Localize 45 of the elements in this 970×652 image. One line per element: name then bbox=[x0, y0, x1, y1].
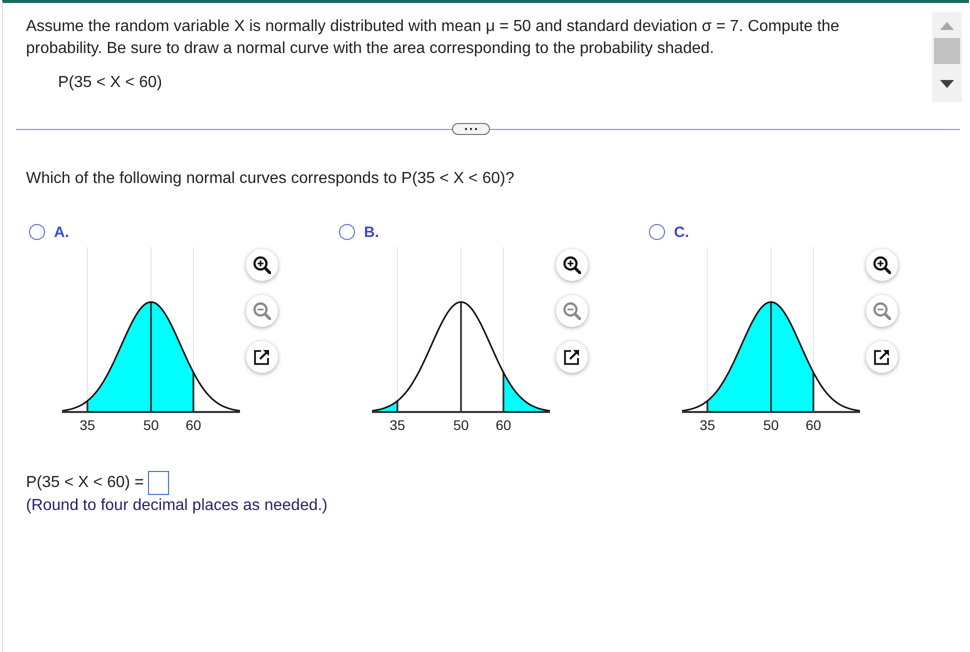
zoom-in-icon bbox=[253, 256, 271, 274]
radio-button[interactable] bbox=[29, 224, 45, 240]
zoom-out-icon bbox=[563, 302, 581, 320]
scroll-down-icon[interactable] bbox=[940, 80, 954, 88]
zoom-in-icon bbox=[563, 256, 581, 274]
value-line bbox=[192, 372, 194, 412]
zoom-in-button[interactable] bbox=[556, 249, 588, 281]
pop-out-icon bbox=[564, 349, 580, 365]
value-line bbox=[706, 400, 708, 412]
radio-button[interactable] bbox=[649, 224, 665, 240]
tick-label: 60 bbox=[806, 417, 822, 433]
tick-label: 50 bbox=[453, 417, 469, 433]
tick-label: 50 bbox=[763, 417, 779, 433]
zoom-out-icon bbox=[253, 302, 271, 320]
question-text: Assume the random variable X is normally distributed with mean μ = 50 and standard deviation σ = 7. Compute the probability. Be sure to draw a normal curve with the area corresponding to the probability shaded. bbox=[26, 17, 840, 59]
radio-button[interactable] bbox=[339, 224, 355, 240]
zoom-in-icon bbox=[873, 256, 891, 274]
more-button[interactable] bbox=[452, 123, 490, 135]
question-prompt: Which of the following normal curves corresponds to P(35 < X < 60)? bbox=[26, 169, 516, 189]
tick-label: 35 bbox=[700, 417, 716, 433]
value-line bbox=[502, 372, 504, 412]
rounding-instruction: (Round to four decimal places as needed.) bbox=[26, 496, 329, 516]
option-label[interactable]: B. bbox=[364, 224, 379, 240]
tick-label: 60 bbox=[496, 417, 512, 433]
pop-out-icon bbox=[874, 349, 890, 365]
tick-label: 50 bbox=[143, 417, 159, 433]
answer-box[interactable] bbox=[148, 471, 169, 495]
zoom-in-button[interactable] bbox=[246, 249, 278, 281]
zoom-out-icon bbox=[873, 302, 891, 320]
pop-out-button[interactable] bbox=[866, 341, 898, 373]
pop-out-icon bbox=[254, 349, 270, 365]
pop-out-button[interactable] bbox=[556, 341, 588, 373]
pop-out-button[interactable] bbox=[246, 341, 278, 373]
zoom-in-button[interactable] bbox=[866, 249, 898, 281]
tick-label: 60 bbox=[186, 417, 202, 433]
value-line bbox=[86, 400, 88, 412]
answer-label: P(35 < X < 60) = bbox=[26, 474, 144, 492]
tick-label: 35 bbox=[80, 417, 96, 433]
tick-label: 35 bbox=[390, 417, 406, 433]
probability-expression: P(35 < X < 60) bbox=[58, 73, 164, 93]
value-line bbox=[812, 372, 814, 412]
scrollbar-thumb[interactable] bbox=[934, 38, 960, 64]
option-label[interactable]: A. bbox=[54, 224, 69, 240]
option-label[interactable]: C. bbox=[674, 224, 689, 240]
value-line bbox=[396, 400, 398, 412]
